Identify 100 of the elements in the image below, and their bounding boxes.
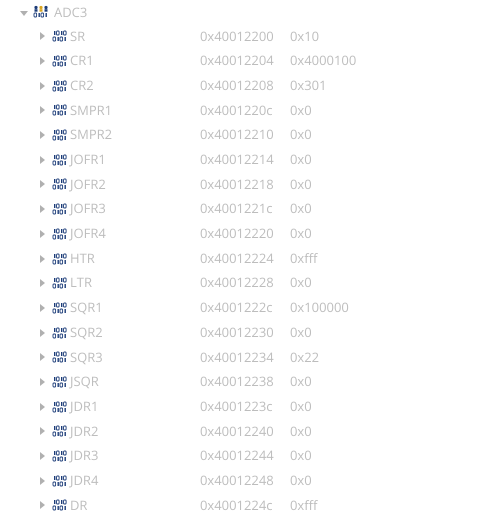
binary-register-icon xyxy=(52,30,68,42)
register-address: 0x40012208 xyxy=(200,76,275,96)
register-name[interactable]: LTR xyxy=(70,273,200,293)
register-value: 0x0 xyxy=(290,446,312,466)
binary-register-icon xyxy=(52,376,68,388)
register-name[interactable]: SQR3 xyxy=(70,348,200,368)
binary-register-icon xyxy=(52,178,68,190)
collapsed-arrow-icon[interactable] xyxy=(38,402,46,411)
register-name[interactable]: SMPR2 xyxy=(70,125,200,145)
register-address: 0x40012200 xyxy=(200,26,275,46)
binary-register-icon xyxy=(52,203,68,216)
register-name[interactable]: SR xyxy=(70,26,200,46)
register-address: 0x40012210 xyxy=(200,125,275,145)
register-address: 0x40012218 xyxy=(200,174,275,194)
binary-register-icon xyxy=(52,55,68,68)
register-address: 0x40012228 xyxy=(200,273,275,293)
register-address: 0x40012240 xyxy=(200,422,275,442)
register-name[interactable]: SMPR1 xyxy=(70,100,200,120)
collapsed-arrow-icon[interactable] xyxy=(38,131,46,140)
register-address: 0x40012230 xyxy=(200,322,275,342)
register-address: 0x4001220c xyxy=(200,100,274,120)
register-value: 0x0 xyxy=(290,224,312,244)
collapsed-arrow-icon[interactable] xyxy=(38,156,46,164)
register-name[interactable]: JSQR xyxy=(70,372,200,392)
register-address: 0x40012224 xyxy=(200,248,275,268)
register-name[interactable]: CR1 xyxy=(70,51,200,71)
binary-register-icon xyxy=(52,228,68,240)
register-value: 0x22 xyxy=(290,348,320,368)
register-value: 0x0 xyxy=(290,470,312,490)
register-name[interactable]: JDR2 xyxy=(70,422,200,442)
register-address: 0x40012214 xyxy=(200,150,275,170)
register-value: 0x0 xyxy=(290,372,312,392)
register-value: 0x0 xyxy=(290,396,312,416)
binary-register-icon xyxy=(52,277,68,290)
register-value: 0x10 xyxy=(290,26,320,46)
binary-register-icon xyxy=(52,474,68,487)
collapsed-arrow-icon[interactable] xyxy=(38,328,46,337)
binary-register-icon xyxy=(52,499,68,512)
register-value: 0x301 xyxy=(290,76,327,96)
expanded-arrow-icon[interactable] xyxy=(20,9,28,17)
register-address: 0x40012234 xyxy=(200,348,275,368)
register-address: 0x4001223c xyxy=(200,396,274,416)
register-name[interactable]: JDR1 xyxy=(70,396,200,416)
collapsed-arrow-icon[interactable] xyxy=(38,378,46,386)
register-address: 0x40012248 xyxy=(200,470,275,490)
register-address: 0x4001222c xyxy=(200,298,274,318)
collapsed-arrow-icon[interactable] xyxy=(38,106,46,114)
collapsed-arrow-icon[interactable] xyxy=(38,353,46,362)
collapsed-arrow-icon[interactable] xyxy=(38,501,46,510)
register-value: 0x0 xyxy=(290,150,312,170)
binary-register-icon xyxy=(52,80,68,92)
collapsed-arrow-icon[interactable] xyxy=(38,205,46,214)
register-value: 0x0 xyxy=(290,422,312,442)
register-name[interactable]: DR xyxy=(70,496,200,516)
register-name[interactable]: JDR4 xyxy=(70,470,200,490)
register-value: 0xfff xyxy=(290,496,318,516)
collapsed-arrow-icon[interactable] xyxy=(38,254,46,263)
binary-register-icon xyxy=(52,326,68,339)
binary-register-icon xyxy=(52,450,68,462)
collapsed-arrow-icon[interactable] xyxy=(38,476,46,485)
register-name[interactable]: JOFR3 xyxy=(70,199,200,219)
binary-register-icon xyxy=(52,400,68,413)
register-value: 0x0 xyxy=(290,199,312,219)
register-name[interactable]: JOFR4 xyxy=(70,224,200,244)
binary-register-icon xyxy=(52,154,68,166)
register-value: 0x0 xyxy=(290,100,312,120)
register-name[interactable]: SQR1 xyxy=(70,298,200,318)
register-name[interactable]: JOFR2 xyxy=(70,174,200,194)
register-name[interactable]: JOFR1 xyxy=(70,150,200,170)
register-value: 0x0 xyxy=(290,174,312,194)
collapsed-arrow-icon[interactable] xyxy=(38,32,46,40)
register-name[interactable]: CR2 xyxy=(70,76,200,96)
register-value: 0xfff xyxy=(290,248,318,268)
binary-register-icon xyxy=(52,351,68,364)
binary-register-icon xyxy=(52,104,68,116)
register-address: 0x40012220 xyxy=(200,224,275,244)
binary-register-icon xyxy=(52,129,68,142)
register-value: 0x0 xyxy=(290,322,312,342)
collapsed-arrow-icon[interactable] xyxy=(38,82,46,90)
register-name[interactable]: SQR2 xyxy=(70,322,200,342)
tree-item-label[interactable]: ADC3 xyxy=(54,3,88,23)
binary-register-icon xyxy=(52,425,68,438)
register-address: 0x40012238 xyxy=(200,372,275,392)
collapsed-arrow-icon[interactable] xyxy=(38,57,46,66)
collapsed-arrow-icon[interactable] xyxy=(38,304,46,312)
register-value: 0x0 xyxy=(290,125,312,145)
collapsed-arrow-icon[interactable] xyxy=(38,230,46,238)
collapsed-arrow-icon[interactable] xyxy=(38,427,46,436)
register-address: 0x4001224c xyxy=(200,496,274,516)
register-value: 0x4000100 xyxy=(290,51,356,71)
register-address: 0x4001221c xyxy=(200,199,274,219)
collapsed-arrow-icon[interactable] xyxy=(38,180,46,188)
register-address: 0x40012204 xyxy=(200,51,275,71)
collapsed-arrow-icon[interactable] xyxy=(38,279,46,288)
collapsed-arrow-icon[interactable] xyxy=(38,452,46,460)
register-address: 0x40012244 xyxy=(200,446,275,466)
binary-register-icon xyxy=(52,252,68,265)
register-value: 0x0 xyxy=(290,273,312,293)
register-name[interactable]: HTR xyxy=(70,248,200,268)
register-name[interactable]: JDR3 xyxy=(70,446,200,466)
